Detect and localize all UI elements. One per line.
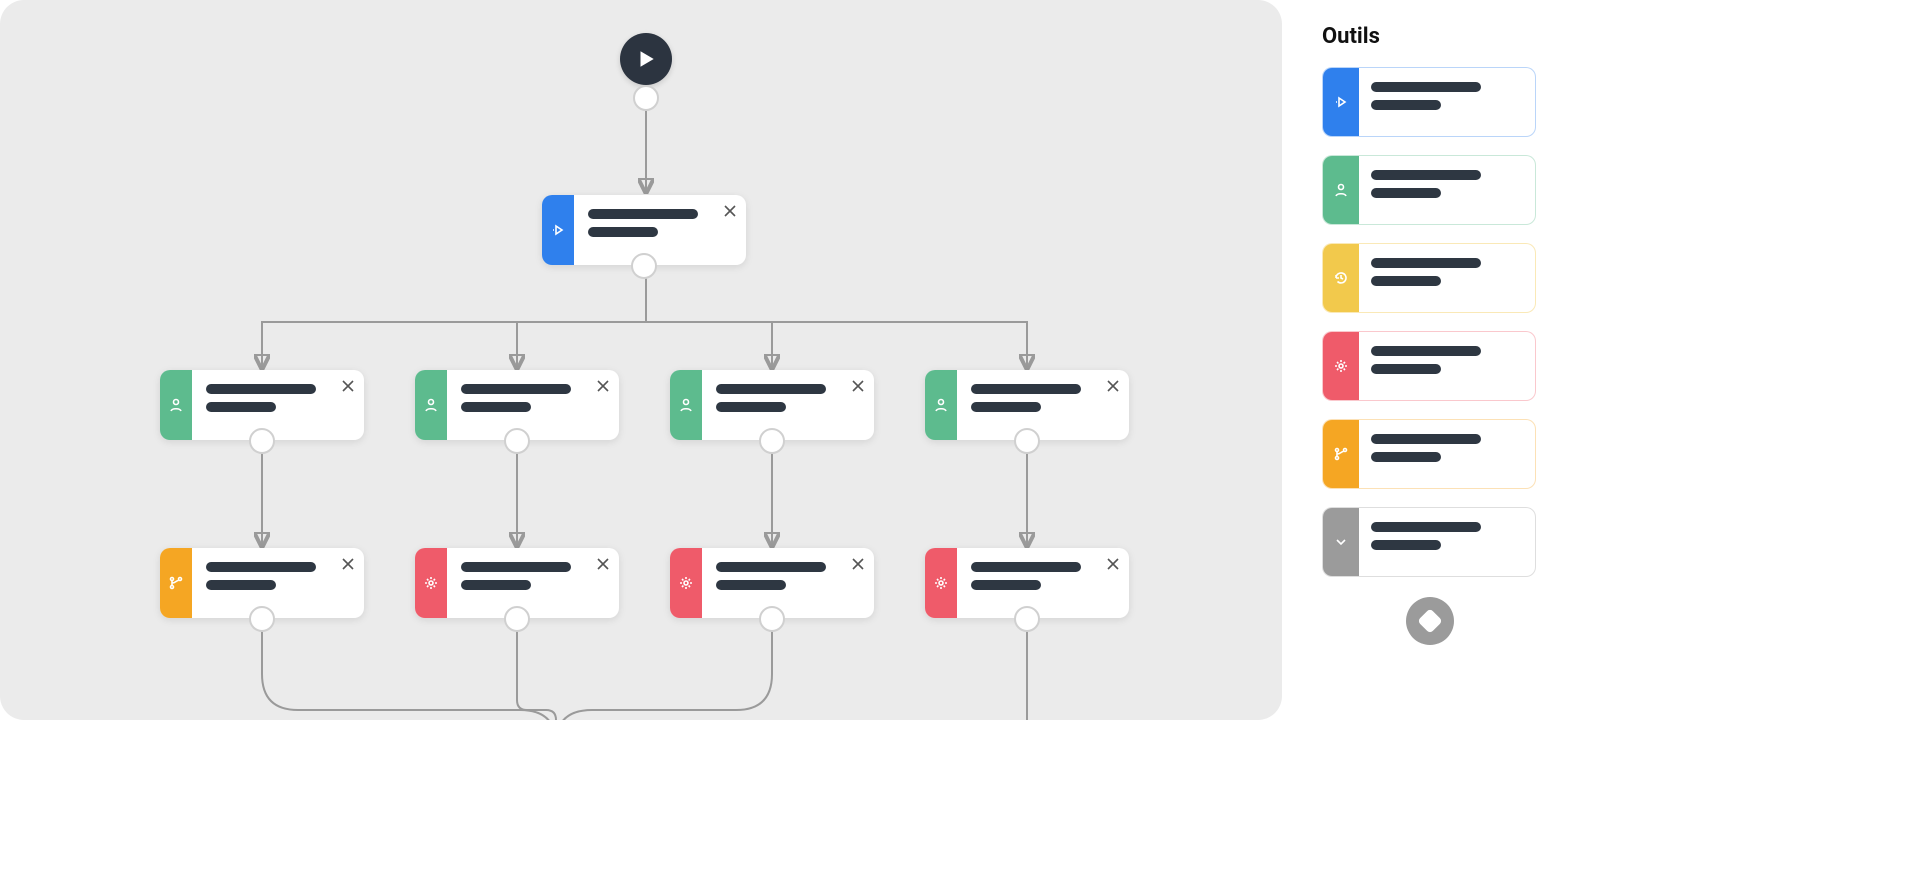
person-icon [678, 397, 694, 413]
connection-dot[interactable] [633, 85, 659, 111]
tool-item[interactable] [1322, 243, 1536, 313]
play-icon [635, 48, 657, 70]
person-icon [168, 397, 184, 413]
tool-item[interactable] [1322, 419, 1536, 489]
node-type-tab [670, 370, 702, 440]
node-subtitle-placeholder [716, 402, 786, 412]
tool-subtitle-placeholder [1371, 188, 1441, 198]
node-subtitle-placeholder [716, 580, 786, 590]
node-subtitle-placeholder [971, 580, 1041, 590]
connection-dot[interactable] [759, 606, 785, 632]
close-icon[interactable] [1105, 556, 1121, 572]
tool-subtitle-placeholder [1371, 100, 1441, 110]
tool-title-placeholder [1371, 258, 1481, 268]
connection-dot[interactable] [1014, 606, 1040, 632]
tool-title-placeholder [1371, 522, 1481, 532]
node-type-tab [160, 548, 192, 618]
tool-item[interactable] [1322, 507, 1536, 577]
node-subtitle-placeholder [206, 402, 276, 412]
node-type-tab [925, 370, 957, 440]
tool-type-tab [1323, 508, 1359, 576]
node-type-tab [670, 548, 702, 618]
history-icon [1333, 270, 1349, 286]
node-subtitle-placeholder [461, 402, 531, 412]
tool-type-tab [1323, 420, 1359, 488]
close-icon[interactable] [850, 556, 866, 572]
flow-canvas[interactable] [0, 0, 1282, 720]
tool-item[interactable] [1322, 155, 1536, 225]
node-type-tab [925, 548, 957, 618]
connection-dot[interactable] [631, 253, 657, 279]
person-icon [1333, 182, 1349, 198]
gear-icon [1333, 358, 1349, 374]
connection-dot[interactable] [249, 428, 275, 454]
node-title-placeholder [971, 384, 1081, 394]
close-icon[interactable] [1105, 378, 1121, 394]
connection-dot[interactable] [504, 606, 530, 632]
start-node[interactable] [620, 33, 672, 85]
gear-icon [678, 575, 694, 591]
node-type-tab [542, 195, 574, 265]
tool-title-placeholder [1371, 82, 1481, 92]
close-icon[interactable] [340, 378, 356, 394]
person-icon [423, 397, 439, 413]
branch-icon [1333, 446, 1349, 462]
node-subtitle-placeholder [971, 402, 1041, 412]
node-title-placeholder [588, 209, 698, 219]
tool-type-tab [1323, 244, 1359, 312]
connection-dot[interactable] [759, 428, 785, 454]
chevron-down-icon [1333, 534, 1349, 550]
tools-panel: Outils [1300, 0, 1560, 720]
connection-dot[interactable] [249, 606, 275, 632]
play-forward-icon [550, 222, 566, 238]
node-title-placeholder [206, 562, 316, 572]
tools-title: Outils [1322, 24, 1538, 49]
tool-subtitle-placeholder [1371, 540, 1441, 550]
node-title-placeholder [206, 384, 316, 394]
tool-item[interactable] [1322, 67, 1536, 137]
tool-type-tab [1323, 68, 1359, 136]
tool-subtitle-placeholder [1371, 364, 1441, 374]
tool-title-placeholder [1371, 346, 1481, 356]
gear-icon [933, 575, 949, 591]
connection-dot[interactable] [504, 428, 530, 454]
tool-subtitle-placeholder [1371, 452, 1441, 462]
tool-title-placeholder [1371, 434, 1481, 444]
node-type-tab [160, 370, 192, 440]
node-title-placeholder [971, 562, 1081, 572]
node-title-placeholder [716, 562, 826, 572]
close-icon[interactable] [595, 378, 611, 394]
node-subtitle-placeholder [206, 580, 276, 590]
close-icon[interactable] [340, 556, 356, 572]
node-subtitle-placeholder [461, 580, 531, 590]
node-subtitle-placeholder [588, 227, 658, 237]
gear-icon [423, 575, 439, 591]
person-icon [933, 397, 949, 413]
close-icon[interactable] [595, 556, 611, 572]
node-type-tab [415, 548, 447, 618]
close-icon[interactable] [850, 378, 866, 394]
end-node-tool[interactable] [1406, 597, 1454, 645]
tool-subtitle-placeholder [1371, 276, 1441, 286]
node-title-placeholder [716, 384, 826, 394]
tool-type-tab [1323, 156, 1359, 224]
close-icon[interactable] [722, 203, 738, 219]
tool-type-tab [1323, 332, 1359, 400]
play-forward-icon [1333, 94, 1349, 110]
diamond-icon [1417, 608, 1442, 633]
tool-item[interactable] [1322, 331, 1536, 401]
node-type-tab [415, 370, 447, 440]
node-title-placeholder [461, 562, 571, 572]
branch-icon [168, 575, 184, 591]
connection-dot[interactable] [1014, 428, 1040, 454]
node-title-placeholder [461, 384, 571, 394]
tool-title-placeholder [1371, 170, 1481, 180]
